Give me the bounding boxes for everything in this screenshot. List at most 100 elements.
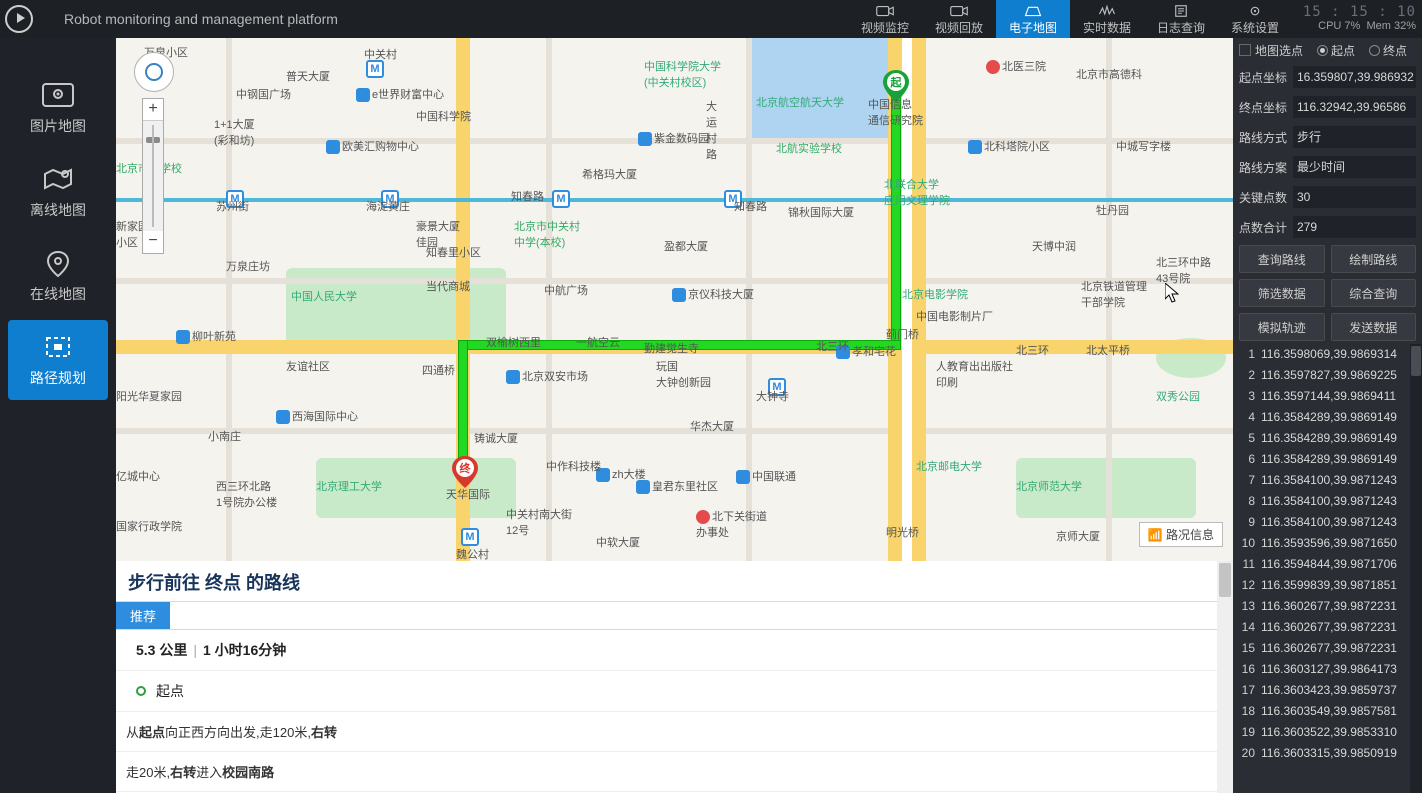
coord-row[interactable]: 9116.3584100,39.9871243 <box>1233 512 1410 533</box>
map-icon <box>1024 4 1042 18</box>
combo-query-button[interactable]: 综合查询 <box>1331 279 1417 307</box>
coord-row[interactable]: 15116.3602677,39.9872231 <box>1233 638 1410 659</box>
filter-data-button[interactable]: 筛选数据 <box>1239 279 1325 307</box>
map-zoom-control: + − <box>142 98 164 254</box>
zoom-out-button[interactable]: − <box>143 231 163 253</box>
coord-row[interactable]: 18116.3603549,39.9857581 <box>1233 701 1410 722</box>
map-canvas[interactable]: 起 终 M M M M M M M 万泉小区 普天大厦 中钢国广场 e世界财富中… <box>116 38 1233 561</box>
simulate-track-button[interactable]: 模拟轨迹 <box>1239 313 1325 341</box>
poi: 牡丹园 <box>1096 202 1129 218</box>
directions-tab-recommended[interactable]: 推荐 <box>116 602 170 629</box>
poi: 西海国际中心 <box>276 408 358 424</box>
sidebar-offline-map[interactable]: 离线地图 <box>8 152 108 232</box>
poi: 中国电影制片厂 <box>916 308 993 324</box>
directions-summary: 5.3 公里|1 小时16分钟 <box>116 630 1233 670</box>
coord-row[interactable]: 13116.3602677,39.9872231 <box>1233 596 1410 617</box>
coord-list: 1116.3598069,39.98693142116.3597827,39.9… <box>1233 344 1410 764</box>
app-title: Robot monitoring and management platform <box>64 11 338 27</box>
poi: 亿城中心 <box>116 468 160 484</box>
coord-row[interactable]: 3116.3597144,39.9869411 <box>1233 386 1410 407</box>
poi: 天博中润 <box>1032 238 1076 254</box>
coord-row[interactable]: 8116.3584100,39.9871243 <box>1233 491 1410 512</box>
coord-row[interactable]: 17116.3603423,39.9859737 <box>1233 680 1410 701</box>
route-mode-select[interactable]: 步行 <box>1293 126 1416 148</box>
coord-scrollbar[interactable] <box>1410 344 1422 793</box>
coord-row[interactable]: 16116.3603127,39.9864173 <box>1233 659 1410 680</box>
poi: 北京市中关村 中学(本校) <box>514 218 580 250</box>
route-plan-select[interactable]: 最少时间 <box>1293 156 1416 178</box>
poi: 大 运 村 路 <box>706 98 717 162</box>
sidebar-label: 在线地图 <box>30 284 86 304</box>
cpu-usage: CPU 7% <box>1318 20 1360 32</box>
poi: 北三环 <box>1016 342 1049 358</box>
radio-start[interactable] <box>1317 45 1328 56</box>
poi: 北三环中路 43号院 <box>1156 254 1211 286</box>
directions-panel: 步行前往 终点 的路线 推荐 5.3 公里|1 小时16分钟 起点 从起点向正西… <box>116 561 1233 793</box>
waveform-icon <box>1098 4 1116 18</box>
poi: 北京电影学院 <box>902 286 968 302</box>
directions-scrollbar[interactable] <box>1217 561 1233 793</box>
coord-row[interactable]: 1116.3598069,39.9869314 <box>1233 344 1410 365</box>
nav-emap[interactable]: 电子地图 <box>996 0 1070 38</box>
coord-row[interactable]: 2116.3597827,39.9869225 <box>1233 365 1410 386</box>
poi: 京仪科技大厦 <box>672 286 754 302</box>
coord-row[interactable]: 20116.3603315,39.9850919 <box>1233 743 1410 764</box>
coord-row[interactable]: 14116.3602677,39.9872231 <box>1233 617 1410 638</box>
send-data-button[interactable]: 发送数据 <box>1331 313 1417 341</box>
sidebar-image-map[interactable]: 图片地图 <box>8 68 108 148</box>
coord-row[interactable]: 19116.3603522,39.9853310 <box>1233 722 1410 743</box>
map-pan-compass[interactable] <box>134 52 174 92</box>
total-points-input[interactable]: 279 <box>1293 216 1416 238</box>
poi: 天华国际 <box>446 486 490 502</box>
sidebar-online-map[interactable]: 在线地图 <box>8 236 108 316</box>
poi: 双榆树西里 <box>486 334 541 350</box>
app-logo <box>0 0 38 38</box>
nav-realtime[interactable]: 实时数据 <box>1070 0 1144 38</box>
poi: 海淀黄庄 <box>366 198 410 214</box>
start-dot-icon <box>136 686 146 696</box>
traffic-toggle[interactable]: 📶 路况信息 <box>1139 522 1223 547</box>
poi: 北下关街道 办事处 <box>696 508 767 540</box>
checkbox-map-point[interactable] <box>1239 44 1251 56</box>
nav-settings[interactable]: 系统设置 <box>1218 0 1292 38</box>
svg-text:终: 终 <box>460 461 472 475</box>
poi: 中关村南大街 12号 <box>506 506 572 538</box>
coord-row[interactable]: 10116.3593596,39.9871650 <box>1233 533 1410 554</box>
zoom-slider[interactable] <box>143 121 163 231</box>
poi: 蓟门桥 <box>886 326 919 342</box>
zoom-in-button[interactable]: + <box>143 99 163 121</box>
nav-video-playback[interactable]: 视频回放 <box>922 0 996 38</box>
label: 关键点数 <box>1239 189 1293 206</box>
poi: 皇君东里社区 <box>636 478 718 494</box>
query-route-button[interactable]: 查询路线 <box>1239 245 1325 273</box>
poi: 京师大厦 <box>1056 528 1100 544</box>
end-coord-input[interactable]: 116.32942,39.96586 <box>1293 96 1416 118</box>
nav-video-monitor[interactable]: 视频监控 <box>848 0 922 38</box>
cursor-icon <box>1165 283 1179 303</box>
coord-row[interactable]: 7116.3584100,39.9871243 <box>1233 470 1410 491</box>
poi: 中关村 <box>364 46 397 62</box>
poi: 知春里小区 <box>426 244 481 260</box>
sidebar-route-plan[interactable]: 路径规划 <box>8 320 108 400</box>
end-marker[interactable]: 终 <box>452 456 478 488</box>
nav-log[interactable]: 日志查询 <box>1144 0 1218 38</box>
nav-label: 视频回放 <box>935 19 983 36</box>
poi: 紫金数码园 <box>638 130 709 146</box>
coord-row[interactable]: 4116.3584289,39.9869149 <box>1233 407 1410 428</box>
image-map-icon <box>41 80 75 110</box>
poi: 盈都大厦 <box>664 238 708 254</box>
start-coord-input[interactable]: 16.359807,39.986932 <box>1293 66 1416 88</box>
route-plan-icon <box>41 332 75 362</box>
coord-row[interactable]: 12116.3599839,39.9871851 <box>1233 575 1410 596</box>
coord-row[interactable]: 5116.3584289,39.9869149 <box>1233 428 1410 449</box>
radio-end[interactable] <box>1369 45 1380 56</box>
keypoint-input[interactable]: 30 <box>1293 186 1416 208</box>
label: 终点坐标 <box>1239 99 1293 116</box>
draw-route-button[interactable]: 绘制路线 <box>1331 245 1417 273</box>
poi: 国家行政学院 <box>116 518 182 534</box>
coord-row[interactable]: 6116.3584289,39.9869149 <box>1233 449 1410 470</box>
coord-row[interactable]: 11116.3594844,39.9871706 <box>1233 554 1410 575</box>
left-sidebar: 图片地图 离线地图 在线地图 路径规划 <box>0 38 116 793</box>
poi: 北京市高德科 <box>1076 66 1142 82</box>
clock: 15 : 15 : 10 <box>1298 5 1416 19</box>
